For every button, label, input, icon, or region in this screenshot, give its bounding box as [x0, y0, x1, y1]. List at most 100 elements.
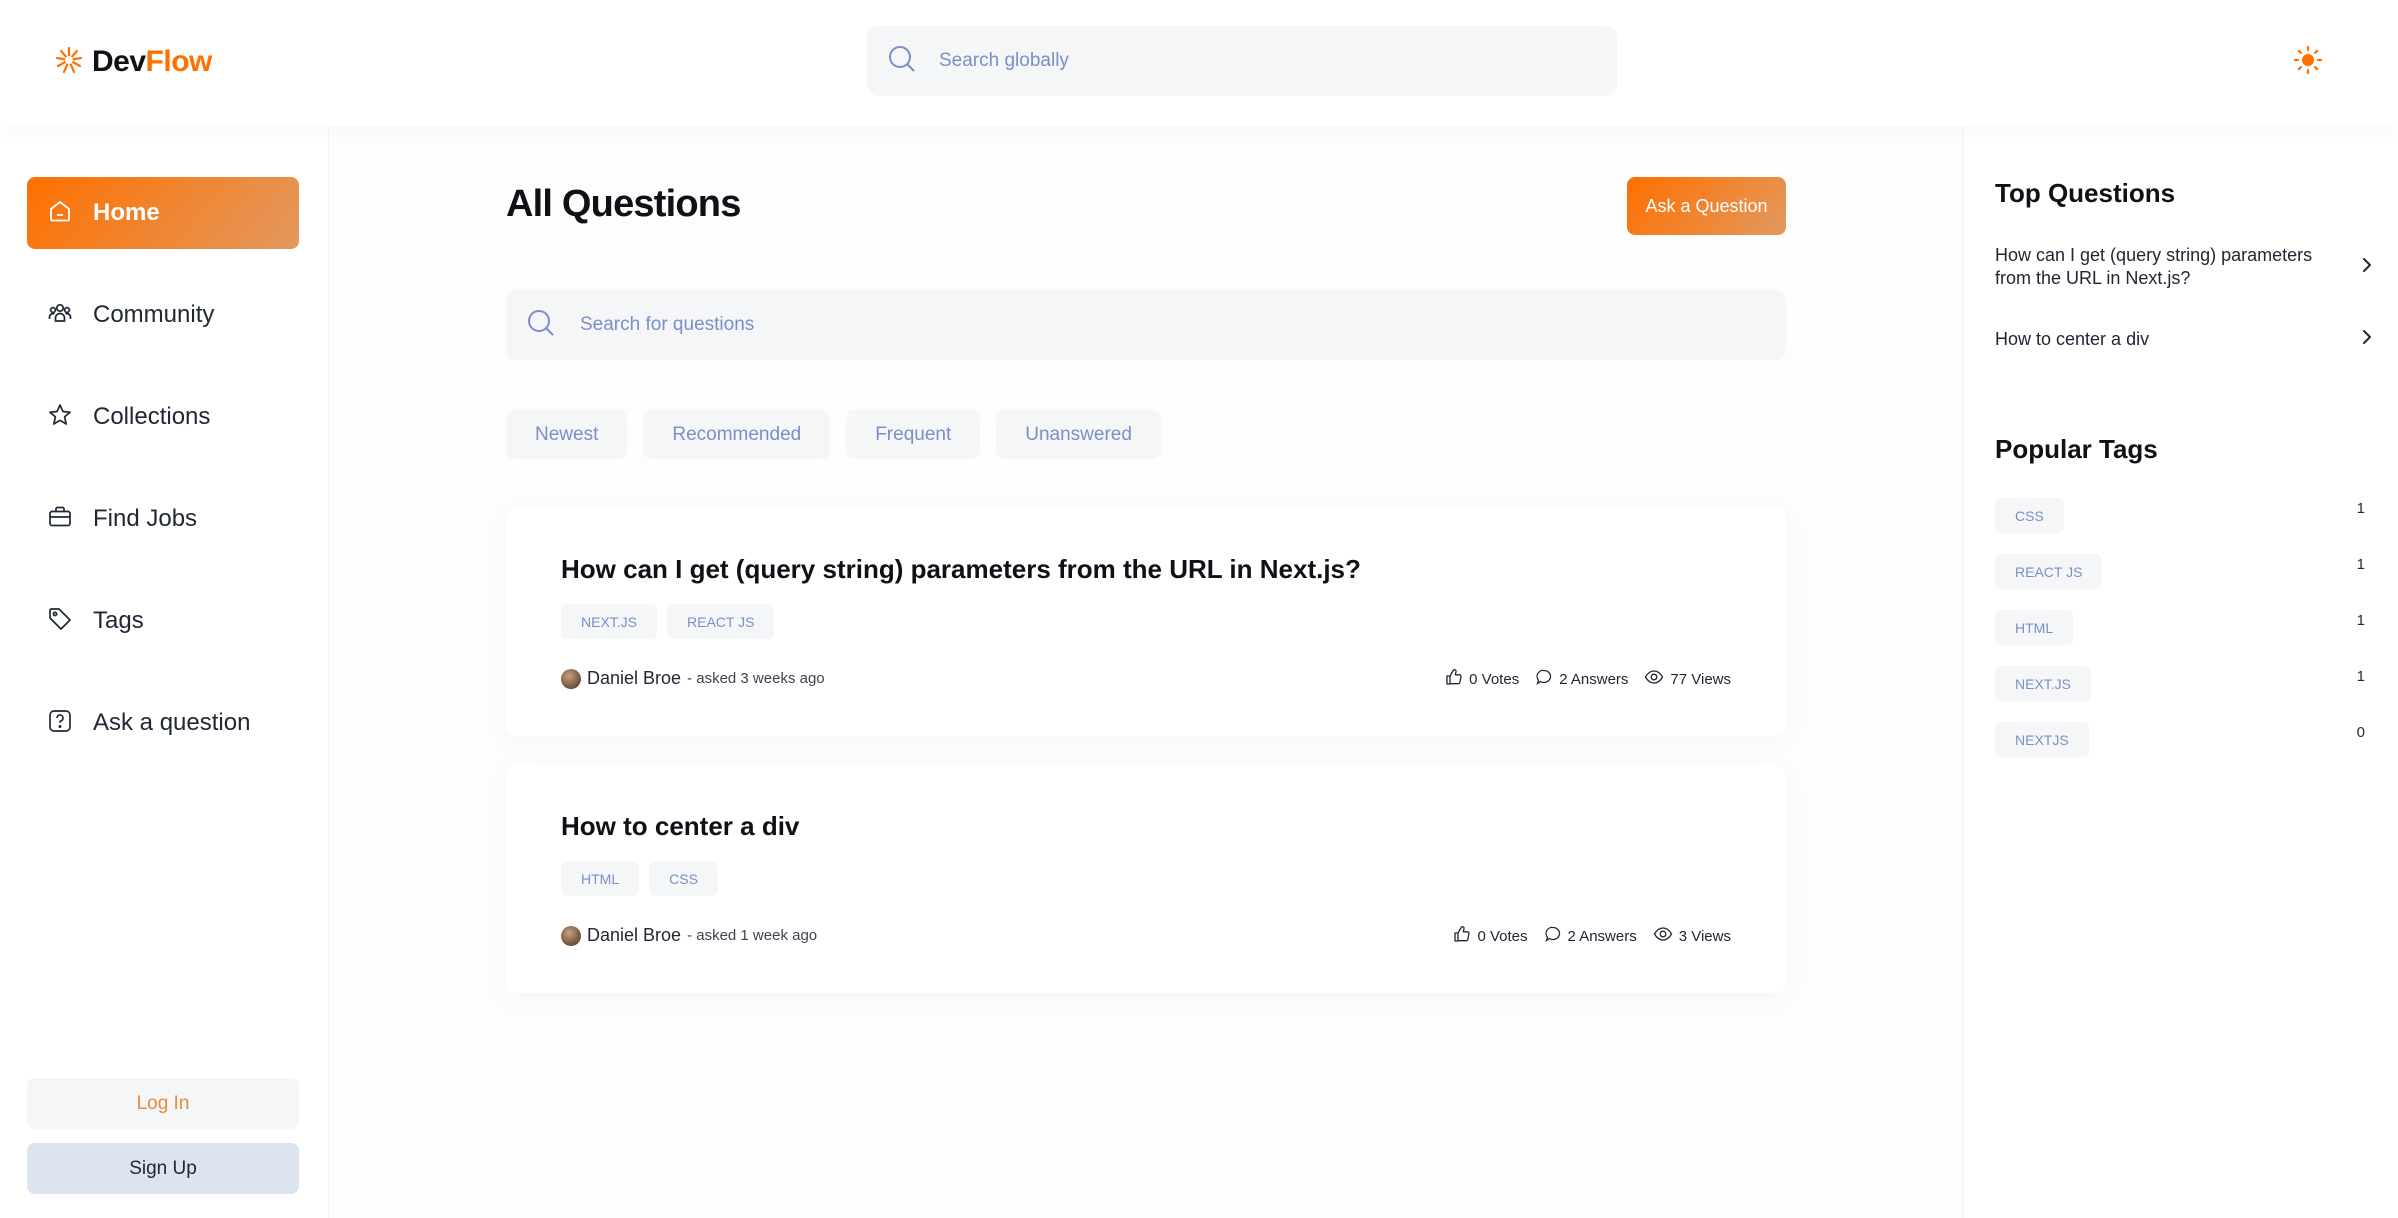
tag-count: 1 [2356, 500, 2365, 517]
top-questions-title: Top Questions [1995, 178, 2176, 208]
page-title: All Questions [506, 183, 741, 225]
filter-frequent[interactable]: Frequent [846, 410, 981, 459]
question-icon [47, 708, 73, 739]
views-count: 77 Views [1670, 670, 1731, 688]
filter-tabs: Newest Recommended Frequent Unanswered [506, 410, 1161, 459]
sidebar-item-home[interactable]: Home [27, 177, 299, 249]
star-icon [47, 402, 73, 433]
asked-time: - asked 3 weeks ago [687, 670, 825, 687]
question-title[interactable]: How can I get (query string) parameters … [561, 554, 1361, 585]
search-icon [887, 44, 917, 79]
avatar [561, 668, 581, 689]
popular-tag-item[interactable]: HTML 1 [1995, 610, 2365, 645]
question-tags: NEXT.JS REACT JS [561, 604, 775, 639]
tag-chip[interactable]: CSS [649, 861, 718, 896]
eye-icon [1644, 668, 1664, 690]
question-card: How to center a div HTML CSS Daniel Broe… [506, 765, 1786, 993]
logo-icon [54, 45, 84, 80]
votes-count: 0 Votes [1477, 927, 1528, 945]
global-search[interactable] [867, 26, 1617, 96]
tag-chip[interactable]: HTML [1995, 610, 2074, 645]
popular-tag-item[interactable]: REACT JS 1 [1995, 554, 2365, 589]
question-search-input[interactable] [580, 314, 1180, 336]
popular-tag-item[interactable]: NEXTJS 0 [1995, 722, 2365, 757]
thumbs-up-icon [1445, 668, 1463, 690]
answers-count: 2 Answers [1567, 927, 1637, 945]
sidebar-item-label: Community [93, 301, 215, 328]
sidebar-item-community[interactable]: Community [27, 279, 299, 351]
tag-count: 1 [2356, 612, 2365, 629]
tag-chip[interactable]: NEXT.JS [1995, 666, 2092, 701]
question-card: How can I get (query string) parameters … [506, 508, 1786, 736]
popular-tag-item[interactable]: NEXT.JS 1 [1995, 666, 2365, 701]
message-icon [1544, 925, 1562, 947]
filter-unanswered[interactable]: Unanswered [996, 410, 1161, 459]
votes-metric: 0 Votes [1453, 925, 1528, 947]
author-name: Daniel Broe [587, 925, 682, 945]
question-title[interactable]: How to center a div [561, 811, 799, 842]
avatar [561, 925, 581, 946]
left-sidebar: Home Community Collections Find Jobs Tag… [0, 126, 329, 1218]
sidebar-item-ask-question[interactable]: Ask a question [27, 687, 299, 759]
sidebar-item-tags[interactable]: Tags [27, 585, 299, 657]
votes-metric: 0 Votes [1445, 668, 1519, 690]
login-label: Log In [136, 1092, 190, 1114]
question-metrics: 0 Votes 2 Answers 3 Views [1453, 925, 1731, 947]
tag-chip[interactable]: NEXTJS [1995, 722, 2089, 757]
question-metrics: 0 Votes 2 Answers 77 Views [1445, 668, 1731, 690]
tag-count: 0 [2356, 724, 2365, 741]
sidebar-item-collections[interactable]: Collections [27, 381, 299, 453]
tag-chip[interactable]: REACT JS [1995, 554, 2103, 589]
tag-chip[interactable]: REACT JS [667, 604, 775, 639]
sidebar-item-label: Tags [93, 607, 144, 634]
asked-time: - asked 1 week ago [687, 927, 818, 944]
login-button[interactable]: Log In [27, 1078, 299, 1129]
sun-icon [2293, 45, 2323, 80]
author-name: Daniel Broe [587, 668, 682, 688]
ask-question-button[interactable]: Ask a Question [1627, 177, 1786, 235]
sidebar-item-label: Ask a question [93, 709, 251, 736]
signup-label: Sign Up [129, 1157, 197, 1179]
views-metric: 3 Views [1653, 925, 1731, 947]
logo-text: DevFlow [92, 45, 212, 78]
message-icon [1535, 668, 1553, 690]
briefcase-icon [47, 504, 73, 535]
tag-count: 1 [2356, 668, 2365, 685]
search-icon [526, 308, 556, 343]
top-question-text: How to center a div [1995, 329, 2150, 349]
right-sidebar: Top Questions How can I get (query strin… [1963, 126, 2398, 1218]
popular-tags-title: Popular Tags [1995, 434, 2158, 464]
tag-chip[interactable]: HTML [561, 861, 640, 896]
answers-metric: 2 Answers [1544, 925, 1637, 947]
question-tags: HTML CSS [561, 861, 718, 896]
chevron-right-icon [2359, 255, 2375, 280]
top-question-item[interactable]: How to center a div [1995, 327, 2375, 352]
users-icon [47, 300, 73, 331]
tag-chip[interactable]: NEXT.JS [561, 604, 658, 639]
home-icon [47, 198, 73, 229]
sidebar-item-label: Home [93, 199, 160, 226]
signup-button[interactable]: Sign Up [27, 1143, 299, 1194]
main-content: All Questions Ask a Question Newest Reco… [329, 126, 1963, 1218]
chevron-right-icon [2359, 327, 2375, 352]
views-metric: 77 Views [1644, 668, 1731, 690]
views-count: 3 Views [1678, 927, 1731, 945]
top-navbar: DevFlow [0, 0, 2398, 126]
sidebar-item-find-jobs[interactable]: Find Jobs [27, 483, 299, 555]
question-author[interactable]: Daniel Broe - asked 3 weeks ago [561, 668, 825, 689]
tag-icon [47, 606, 73, 637]
popular-tag-item[interactable]: CSS 1 [1995, 498, 2365, 533]
filter-newest[interactable]: Newest [506, 410, 628, 459]
top-question-item[interactable]: How can I get (query string) parameters … [1995, 244, 2375, 290]
tag-chip[interactable]: CSS [1995, 498, 2064, 533]
theme-toggle[interactable] [2290, 44, 2326, 80]
votes-count: 0 Votes [1469, 670, 1520, 688]
logo[interactable]: DevFlow [54, 44, 212, 80]
filter-recommended[interactable]: Recommended [643, 410, 831, 459]
question-search[interactable] [506, 290, 1786, 360]
global-search-input[interactable] [939, 50, 1539, 72]
answers-metric: 2 Answers [1535, 668, 1628, 690]
eye-icon [1653, 925, 1673, 947]
question-author[interactable]: Daniel Broe - asked 1 week ago [561, 925, 817, 946]
sidebar-item-label: Collections [93, 403, 211, 430]
